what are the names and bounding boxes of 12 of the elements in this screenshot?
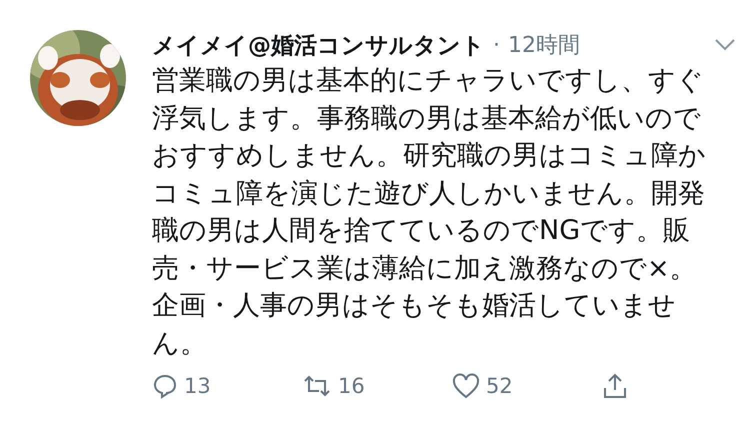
- reply-icon[interactable]: [152, 373, 178, 399]
- share-icon[interactable]: [602, 372, 628, 400]
- tweet-text: 営業職の男は基本的にチャラいですし、すぐ浮気します。事務職の男は基本給が低いのでおすすめしません。研究職の男はコミュ障かコミュ障を演じた遊び人しかいません。開発職の男は人間を捨てているのでNGです。販売・サービス業は薄給に加え激務なので×。企画・人事の男はそもそも婚活していません。: [152, 64, 707, 360]
- retweet-icon[interactable]: [302, 373, 332, 399]
- chevron-down-icon[interactable]: [714, 38, 736, 52]
- separator: ·: [493, 32, 500, 58]
- author-name[interactable]: メイメイ@婚活コンサルタント: [152, 30, 485, 60]
- count: 16: [338, 374, 365, 398]
- count: 52: [486, 374, 513, 398]
- timestamp[interactable]: 12時間: [508, 30, 580, 60]
- count: 13: [184, 374, 211, 398]
- heart-icon[interactable]: [452, 373, 480, 399]
